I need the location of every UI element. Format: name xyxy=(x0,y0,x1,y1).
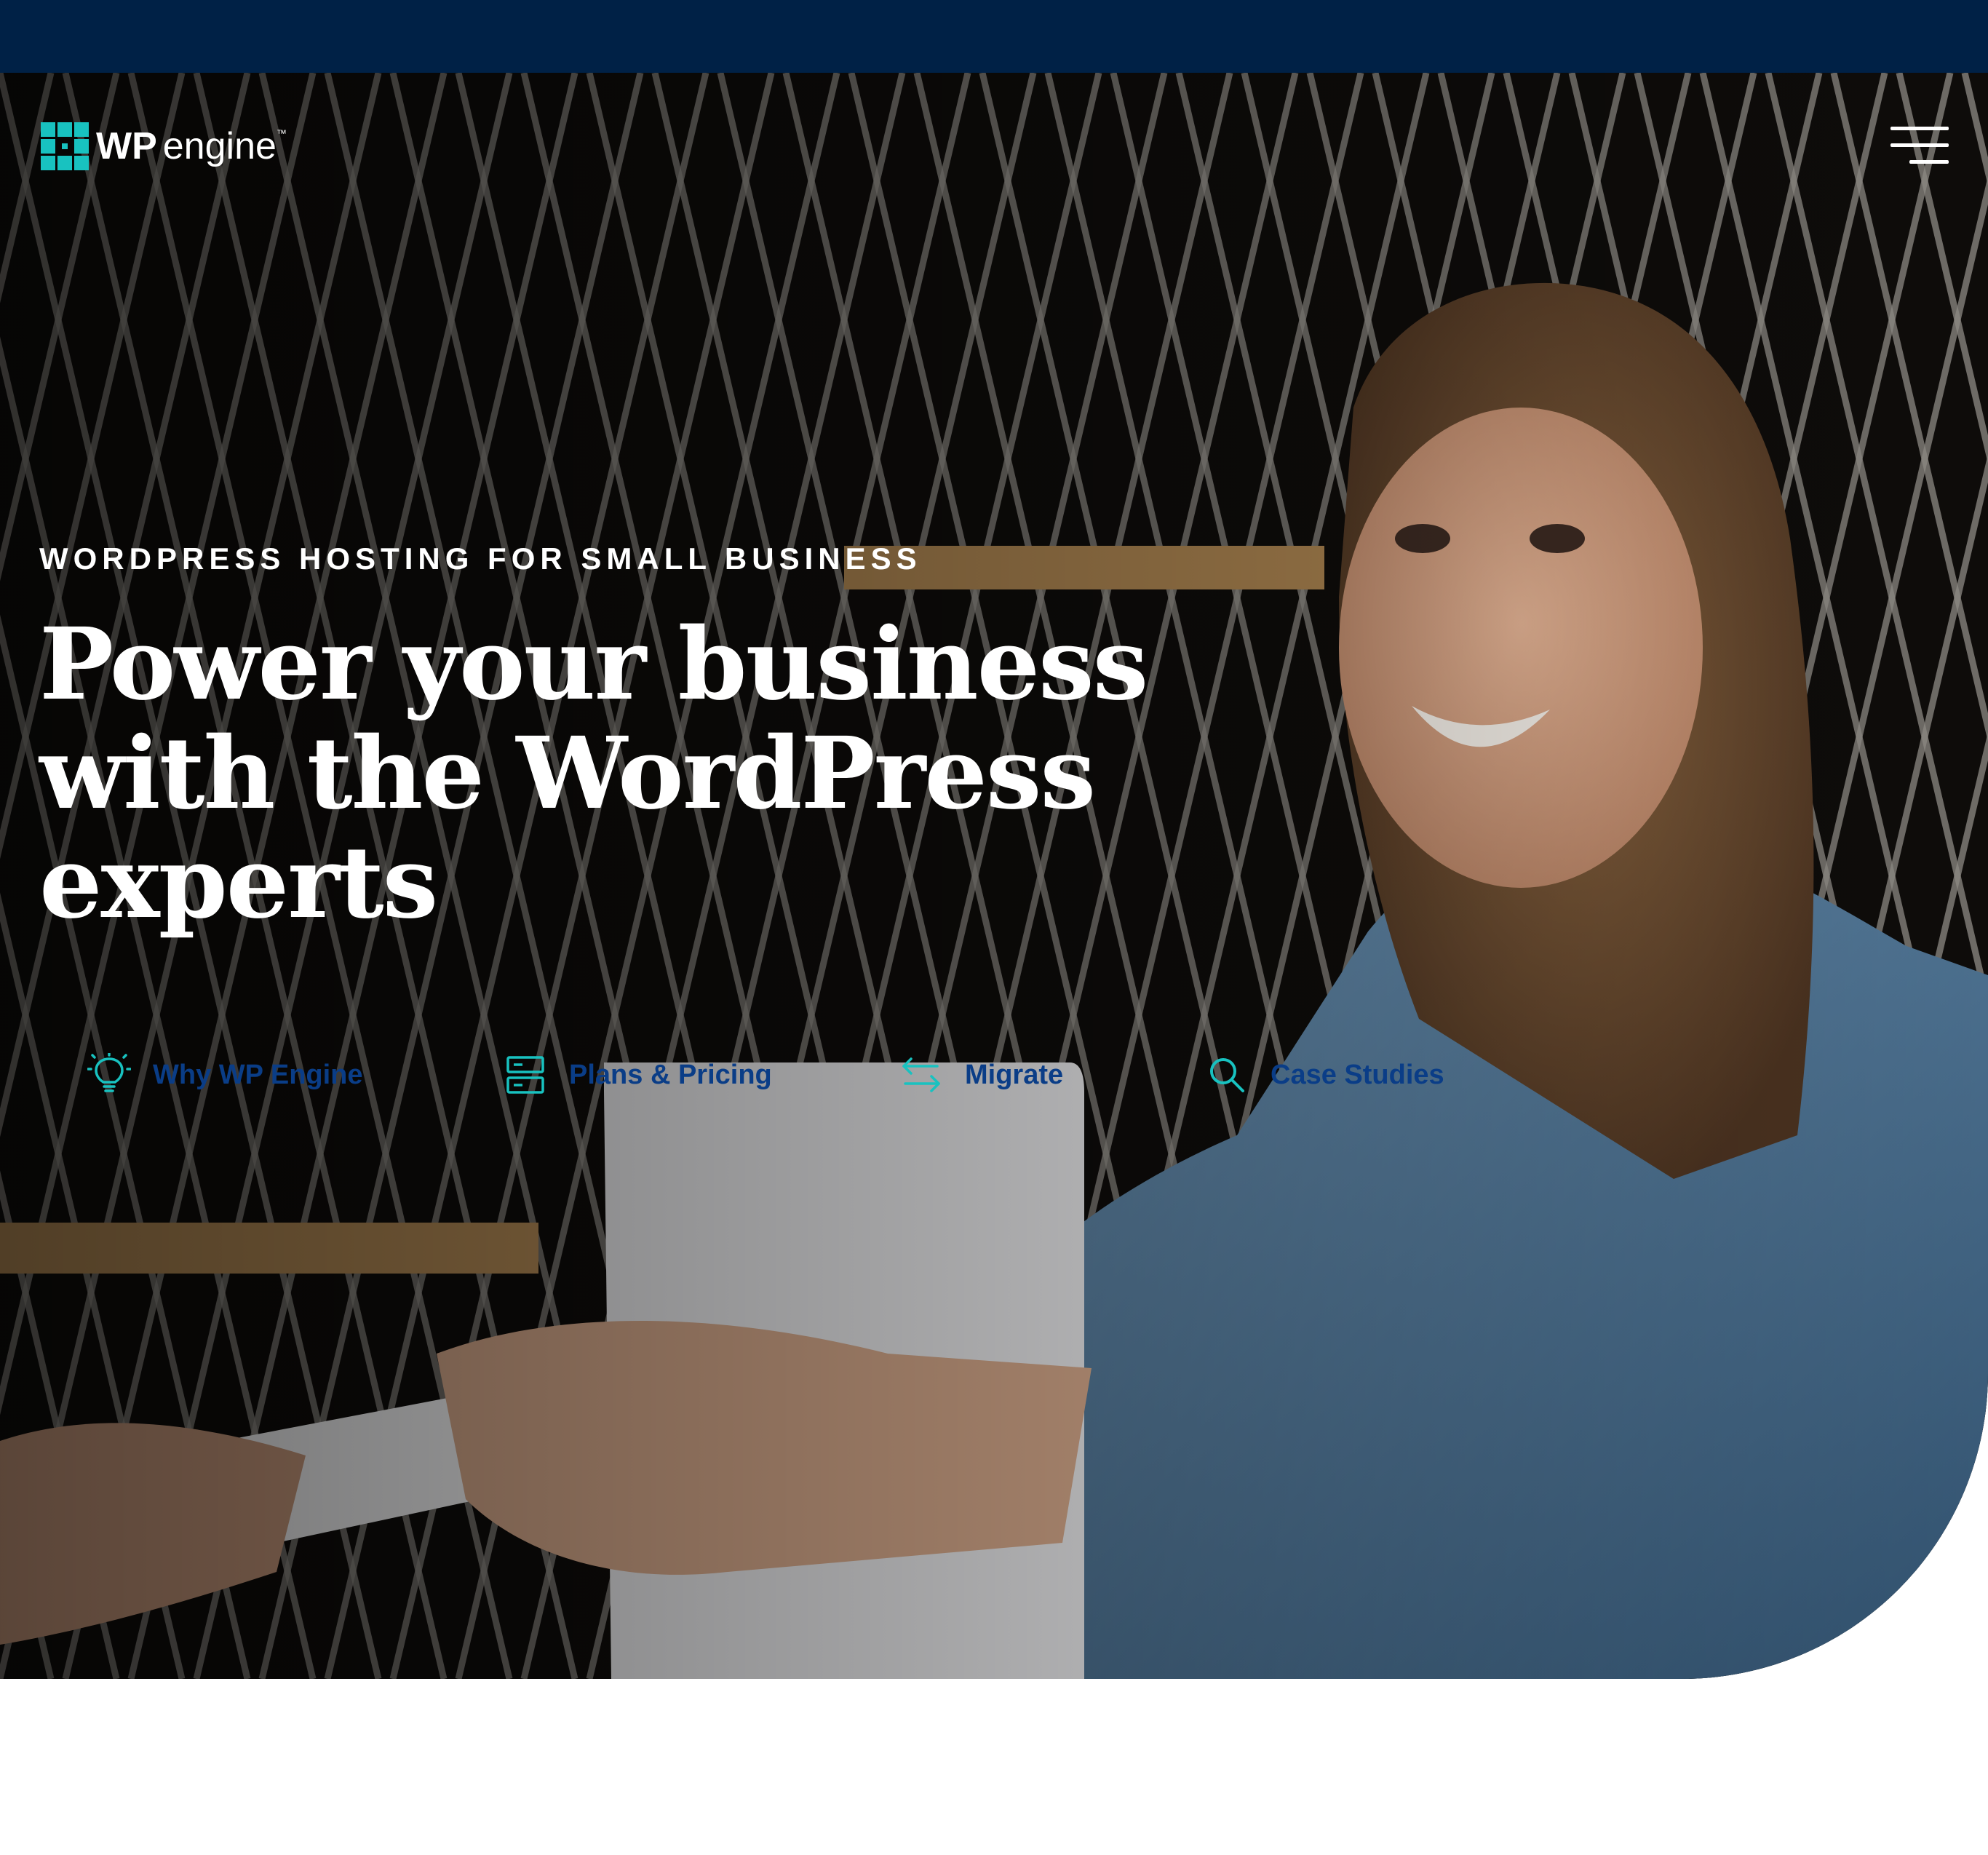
quick-link-label: Case Studies xyxy=(1271,1059,1444,1090)
page: WP engine™ WORDPRESS HOSTING FOR SMALL BU… xyxy=(0,0,1988,1855)
logo-wordmark: WP engine™ xyxy=(96,122,287,170)
quick-link-case-studies[interactable]: Case Studies xyxy=(1205,1049,1444,1100)
quick-link-label: Migrate xyxy=(965,1059,1064,1090)
logo-wordmark-bold: WP xyxy=(96,125,157,167)
logo-trademark: ™ xyxy=(276,127,287,139)
site-logo[interactable]: WP engine™ xyxy=(41,122,287,170)
search-icon xyxy=(1210,1058,1244,1092)
lightbulb-icon xyxy=(87,1053,131,1092)
quick-link-why-wp-engine[interactable]: Why WP Engine xyxy=(87,1049,363,1100)
quick-link-plans-pricing[interactable]: Plans & Pricing xyxy=(504,1049,772,1100)
wp-engine-logo-icon xyxy=(41,122,89,170)
swap-arrows-icon xyxy=(902,1057,940,1092)
quick-link-label: Plans & Pricing xyxy=(569,1059,772,1090)
hero-headline: Power your business with the WordPress e… xyxy=(39,606,1148,941)
menu-button[interactable] xyxy=(1890,124,1949,167)
hamburger-menu-icon xyxy=(1890,127,1949,164)
quick-link-label: Why WP Engine xyxy=(153,1059,363,1090)
quick-link-migrate[interactable]: Migrate xyxy=(899,1049,1063,1100)
server-icon xyxy=(506,1056,544,1094)
logo-wordmark-light: engine xyxy=(162,125,277,167)
hero-eyebrow: WORDPRESS HOSTING FOR SMALL BUSINESS xyxy=(39,541,922,576)
top-announcement-band xyxy=(0,0,1988,73)
